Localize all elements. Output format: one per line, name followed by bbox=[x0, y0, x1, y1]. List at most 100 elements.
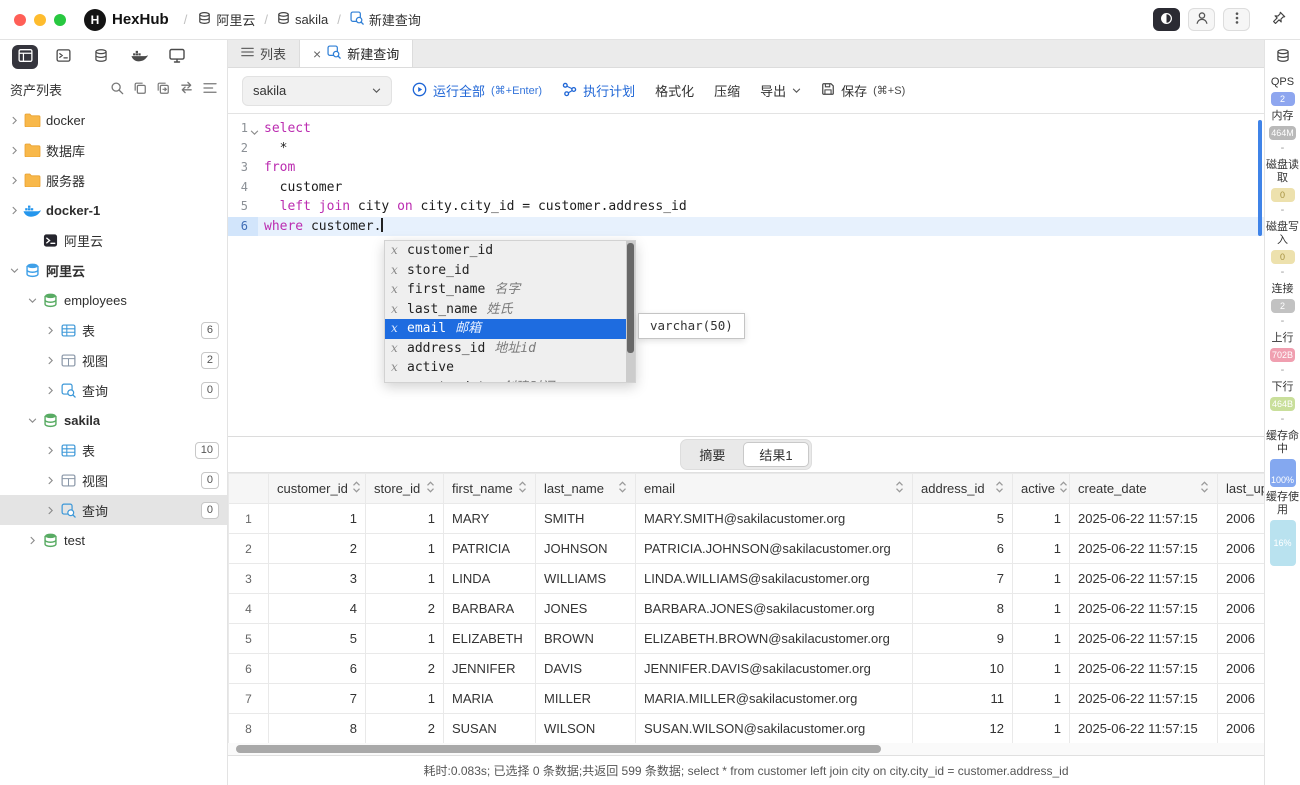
table-cell[interactable]: 11 bbox=[913, 684, 1013, 714]
chevron-right-icon[interactable] bbox=[42, 506, 58, 515]
tree-item[interactable]: 视图0 bbox=[0, 465, 227, 495]
explain-button[interactable]: 执行计划 bbox=[562, 81, 635, 100]
table-row[interactable]: 221PATRICIAJOHNSONPATRICIA.JOHNSON@sakil… bbox=[229, 534, 1265, 564]
chevron-right-icon[interactable] bbox=[42, 476, 58, 485]
table-cell[interactable]: PATRICIA bbox=[444, 534, 536, 564]
table-cell[interactable]: 7 bbox=[913, 564, 1013, 594]
code-line[interactable]: customer bbox=[258, 178, 1264, 198]
database-panel-button[interactable] bbox=[88, 45, 114, 69]
chevron-right-icon[interactable] bbox=[42, 356, 58, 365]
row-number[interactable]: 3 bbox=[229, 564, 269, 594]
table-cell[interactable]: 7 bbox=[269, 684, 366, 714]
autocomplete-item[interactable]: xcustomer_id bbox=[385, 241, 635, 261]
breadcrumb-database[interactable]: sakila bbox=[277, 11, 328, 28]
table-cell[interactable]: 2025-06-22 11:57:15 bbox=[1070, 714, 1218, 744]
account-button[interactable] bbox=[1188, 8, 1215, 31]
sort-icon[interactable] bbox=[995, 481, 1004, 496]
close-tab-icon[interactable]: × bbox=[313, 47, 321, 61]
table-cell[interactable]: 1 bbox=[269, 504, 366, 534]
chevron-right-icon[interactable] bbox=[6, 206, 22, 215]
chevron-right-icon[interactable] bbox=[42, 386, 58, 395]
table-cell[interactable]: 8 bbox=[269, 714, 366, 744]
breadcrumb-query[interactable]: 新建查询 bbox=[350, 10, 421, 29]
table-cell[interactable]: 2025-06-22 11:57:15 bbox=[1070, 684, 1218, 714]
tree-item[interactable]: 表6 bbox=[0, 315, 227, 345]
table-cell[interactable]: 2025-06-22 11:57:15 bbox=[1070, 564, 1218, 594]
table-cell[interactable]: MARIA bbox=[444, 684, 536, 714]
save-button[interactable]: 保存 (⌘+S) bbox=[821, 81, 905, 100]
autocomplete-item[interactable]: xcreate_date创建时间 bbox=[385, 378, 635, 384]
table-row[interactable]: 331LINDAWILLIAMSLINDA.WILLIAMS@sakilacus… bbox=[229, 564, 1265, 594]
table-cell[interactable]: 1 bbox=[366, 534, 444, 564]
table-cell[interactable]: SMITH bbox=[536, 504, 636, 534]
table-cell[interactable]: 2025-06-22 11:57:15 bbox=[1070, 594, 1218, 624]
table-cell[interactable]: SUSAN.WILSON@sakilacustomer.org bbox=[636, 714, 913, 744]
table-cell[interactable]: SUSAN bbox=[444, 714, 536, 744]
popup-scrollbar[interactable] bbox=[626, 241, 635, 382]
tree-item[interactable]: docker bbox=[0, 105, 227, 135]
theme-toggle-button[interactable] bbox=[1153, 8, 1180, 31]
chevron-right-icon[interactable] bbox=[24, 536, 40, 545]
table-cell[interactable]: 2006 bbox=[1218, 504, 1265, 534]
table-cell[interactable]: 2 bbox=[366, 654, 444, 684]
sort-icon[interactable] bbox=[518, 481, 527, 496]
table-cell[interactable]: 2 bbox=[269, 534, 366, 564]
table-cell[interactable]: PATRICIA.JOHNSON@sakilacustomer.org bbox=[636, 534, 913, 564]
swap-button[interactable] bbox=[179, 81, 194, 97]
autocomplete-item[interactable]: xfirst_name名字 bbox=[385, 280, 635, 300]
sort-icon[interactable] bbox=[895, 481, 904, 496]
table-cell[interactable]: 2 bbox=[366, 594, 444, 624]
column-header[interactable]: create_date bbox=[1070, 474, 1218, 504]
chevron-down-icon[interactable] bbox=[24, 416, 40, 425]
code-line[interactable]: left join city on city.city_id = custome… bbox=[258, 197, 1264, 217]
column-header[interactable]: last_update bbox=[1218, 474, 1265, 504]
format-button[interactable]: 格式化 bbox=[655, 81, 694, 100]
column-header[interactable]: first_name bbox=[444, 474, 536, 504]
tree-item[interactable]: test bbox=[0, 525, 227, 555]
search-button[interactable] bbox=[110, 81, 124, 98]
chevron-right-icon[interactable] bbox=[6, 116, 22, 125]
table-cell[interactable]: 2006 bbox=[1218, 534, 1265, 564]
tree-item[interactable]: 阿里云 bbox=[0, 255, 227, 285]
run-all-button[interactable]: 运行全部 (⌘+Enter) bbox=[412, 81, 542, 100]
table-cell[interactable]: WILLIAMS bbox=[536, 564, 636, 594]
horizontal-scrollbar[interactable] bbox=[228, 743, 1264, 755]
table-row[interactable]: 771MARIAMILLERMARIA.MILLER@sakilacustome… bbox=[229, 684, 1265, 714]
table-cell[interactable]: 5 bbox=[913, 504, 1013, 534]
tree-item[interactable]: 数据库 bbox=[0, 135, 227, 165]
column-header[interactable]: email bbox=[636, 474, 913, 504]
table-row[interactable]: 111MARYSMITHMARY.SMITH@sakilacustomer.or… bbox=[229, 504, 1265, 534]
table-cell[interactable]: BROWN bbox=[536, 624, 636, 654]
row-number[interactable]: 4 bbox=[229, 594, 269, 624]
table-cell[interactable]: MILLER bbox=[536, 684, 636, 714]
table-cell[interactable]: 2006 bbox=[1218, 684, 1265, 714]
table-cell[interactable]: BARBARA bbox=[444, 594, 536, 624]
column-header[interactable]: address_id bbox=[913, 474, 1013, 504]
table-cell[interactable]: 2025-06-22 11:57:15 bbox=[1070, 654, 1218, 684]
table-cell[interactable]: 9 bbox=[913, 624, 1013, 654]
tree-item[interactable]: 视图2 bbox=[0, 345, 227, 375]
table-cell[interactable]: 2025-06-22 11:57:15 bbox=[1070, 504, 1218, 534]
autocomplete-item[interactable]: xactive bbox=[385, 358, 635, 378]
tree-item[interactable]: sakila bbox=[0, 405, 227, 435]
table-cell[interactable]: 4 bbox=[269, 594, 366, 624]
table-cell[interactable]: 1 bbox=[1013, 684, 1070, 714]
sort-icon[interactable] bbox=[1200, 481, 1209, 496]
popup-scrollbar-thumb[interactable] bbox=[627, 243, 634, 353]
tree-item[interactable]: 查询0 bbox=[0, 495, 227, 525]
table-cell[interactable]: 2025-06-22 11:57:15 bbox=[1070, 624, 1218, 654]
sort-icon[interactable] bbox=[352, 481, 361, 496]
column-header[interactable]: customer_id bbox=[269, 474, 366, 504]
table-cell[interactable]: LINDA bbox=[444, 564, 536, 594]
table-row[interactable]: 662JENNIFERDAVISJENNIFER.DAVIS@sakilacus… bbox=[229, 654, 1265, 684]
tab-result-1[interactable]: 结果1 bbox=[743, 442, 808, 467]
tree-item[interactable]: 阿里云 bbox=[0, 225, 227, 255]
autocomplete-item[interactable]: xemail邮箱 bbox=[385, 319, 635, 339]
row-number[interactable]: 5 bbox=[229, 624, 269, 654]
editor-scrollbar[interactable] bbox=[1258, 120, 1262, 236]
autocomplete-item[interactable]: xaddress_id地址id bbox=[385, 339, 635, 359]
table-cell[interactable]: 5 bbox=[269, 624, 366, 654]
horizontal-scrollbar-thumb[interactable] bbox=[236, 745, 881, 753]
tab-new-query[interactable]: × 新建查询 bbox=[300, 40, 413, 67]
row-number[interactable]: 2 bbox=[229, 534, 269, 564]
